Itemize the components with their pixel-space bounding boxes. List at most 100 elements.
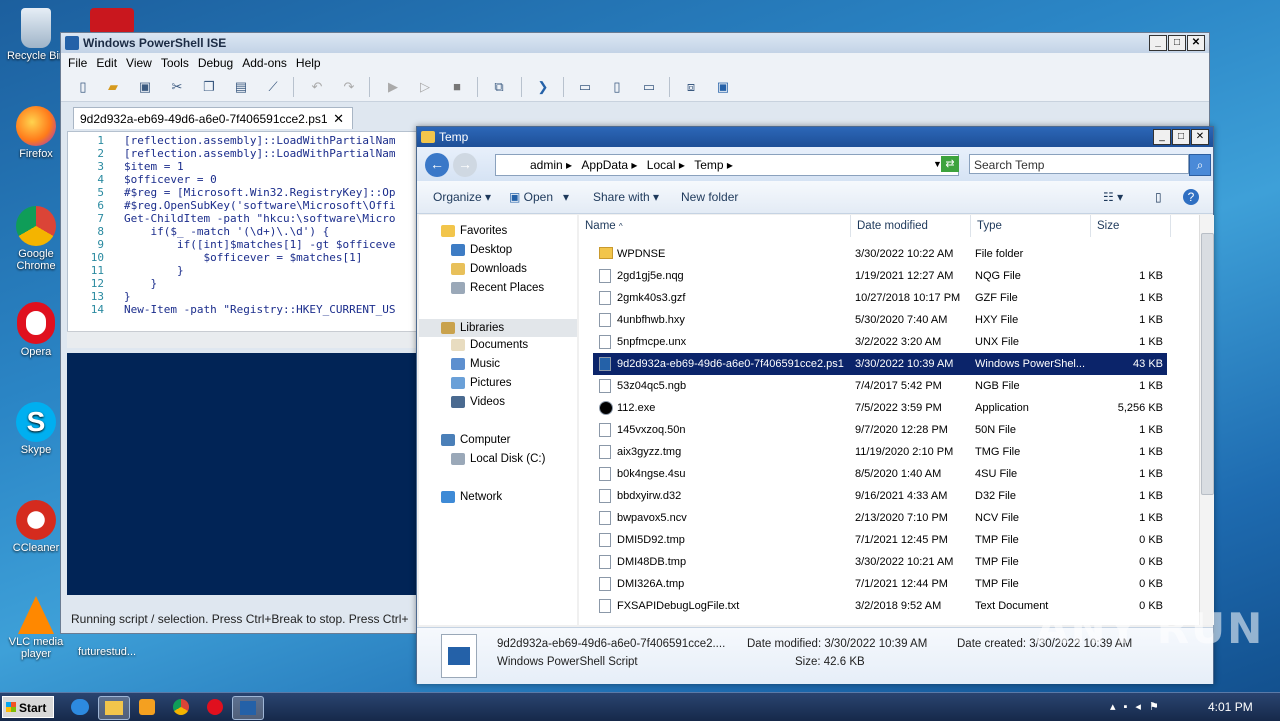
desktop-icon-firefox[interactable]: Firefox [6, 106, 66, 160]
close-button[interactable]: ✕ [1191, 129, 1209, 145]
layout-max-icon[interactable]: ▭ [641, 79, 657, 95]
minimize-button[interactable]: _ [1149, 35, 1167, 51]
nav-videos[interactable]: Videos [451, 396, 505, 408]
file-row[interactable]: 145vxzoq.50n 9/7/2020 12:28 PM 50N File 1 K… [593, 419, 1167, 441]
new-file-icon[interactable]: ▯ [75, 79, 91, 95]
file-row[interactable]: 4unbfhwb.hxy 5/30/2020 7:40 AM HXY File 1 K… [593, 309, 1167, 331]
media-player-taskbar-icon[interactable] [136, 696, 158, 718]
file-row[interactable]: DMI326A.tmp 7/1/2021 12:44 PM TMP File 0 KB [593, 573, 1167, 595]
powershell-ise-taskbar-icon[interactable] [232, 696, 264, 720]
scrollbar-thumb[interactable] [1201, 233, 1214, 495]
file-row[interactable]: aix3gyzz.tmg 11/19/2020 2:10 PM TMG File 1 … [593, 441, 1167, 463]
desktop-icon-vlc[interactable]: VLC media player [6, 596, 66, 660]
file-row[interactable]: 5npfmcpe.unx 3/2/2022 3:20 AM UNX File 1 KB [593, 331, 1167, 353]
file-row[interactable]: DMI48DB.tmp 3/30/2022 10:21 AM TMP File 0 K… [593, 551, 1167, 573]
desktop-icon-skype[interactable]: S Skype [6, 402, 66, 456]
adobe-icon[interactable] [90, 8, 134, 34]
nav-music[interactable]: Music [451, 358, 500, 370]
undo-icon[interactable]: ↶ [309, 79, 325, 95]
organize-button[interactable]: Organize ▾ [433, 190, 491, 204]
search-icon[interactable]: ⌕ [1189, 154, 1211, 176]
breadcrumb-local[interactable]: Local [647, 158, 676, 172]
desktop-label-futurestud[interactable]: futurestud... [78, 646, 136, 658]
column-name[interactable]: Name ^ [579, 215, 851, 237]
file-row[interactable]: bwpavox5.ncv 2/13/2020 7:10 PM NCV File 1 K… [593, 507, 1167, 529]
explorer-taskbar-icon[interactable] [98, 696, 130, 720]
opera-taskbar-icon[interactable] [204, 696, 226, 718]
file-row[interactable]: 53z04qc5.ngb 7/4/2017 5:42 PM NGB File 1 KB [593, 375, 1167, 397]
open-folder-icon[interactable]: ▰ [105, 79, 121, 95]
save-icon[interactable]: ▣ [137, 79, 153, 95]
script-editor[interactable]: 1 2 3 4 5 6 7 8 9 10 11 12 13 14 [reflec… [67, 131, 419, 347]
address-bar[interactable]: admin ▸ AppData ▸ Local ▸ Temp ▸ [495, 154, 959, 176]
chrome-taskbar-icon[interactable] [170, 696, 192, 718]
close-tab-icon[interactable]: ✕ [333, 108, 344, 130]
forward-arrow-icon[interactable]: → [453, 153, 477, 177]
start-button[interactable]: Start [2, 696, 54, 718]
explorer-window[interactable]: Temp _ □ ✕ ← → admin ▸ AppData ▸ Local ▸… [416, 126, 1214, 684]
nav-desktop[interactable]: Desktop [451, 244, 512, 256]
refresh-icon[interactable]: ⇄ [941, 156, 959, 172]
run-selection-icon[interactable]: ▷ [417, 79, 433, 95]
close-button[interactable]: ✕ [1187, 35, 1205, 51]
menu-help[interactable]: Help [293, 53, 327, 73]
nav-network[interactable]: Network [441, 491, 502, 503]
breadcrumb-admin[interactable]: admin [530, 158, 563, 172]
powershell-console-icon[interactable]: ❯ [535, 79, 551, 95]
ie-taskbar-icon[interactable] [68, 696, 92, 718]
breadcrumb-temp[interactable]: Temp [694, 158, 723, 172]
menu-tools[interactable]: Tools [158, 53, 195, 73]
paste-icon[interactable]: ▤ [233, 79, 249, 95]
layout-top-icon[interactable]: ▭ [577, 79, 593, 95]
desktop-icon-chrome[interactable]: Google Chrome [6, 206, 66, 272]
file-row[interactable]: WPDNSE 3/30/2022 10:22 AM File folder [593, 243, 1167, 265]
open-button[interactable]: ▣ Open ▾ [509, 190, 569, 204]
breadcrumb-appdata[interactable]: AppData [581, 158, 628, 172]
stop-icon[interactable]: ■ [449, 79, 465, 95]
clear-icon[interactable]: ⟋ [265, 79, 281, 95]
file-row[interactable]: 2gd1gj5e.nqg 1/19/2021 12:27 AM NQG File 1 … [593, 265, 1167, 287]
maximize-button[interactable]: □ [1168, 35, 1186, 51]
file-row[interactable]: DMI5D92.tmp 7/1/2021 12:45 PM TMP File 0 KB [593, 529, 1167, 551]
copy-icon[interactable]: ❐ [201, 79, 217, 95]
view-options-icon[interactable]: ☷ ▾ [1103, 190, 1123, 204]
minimize-button[interactable]: _ [1153, 129, 1171, 145]
menu-edit[interactable]: Edit [93, 53, 123, 73]
console-pane[interactable] [67, 353, 417, 595]
file-row[interactable]: b0k4ngse.4su 8/5/2020 1:40 AM 4SU File 1 KB [593, 463, 1167, 485]
layout-right-icon[interactable]: ▯ [609, 79, 625, 95]
redo-icon[interactable]: ↷ [341, 79, 357, 95]
nav-pictures[interactable]: Pictures [451, 377, 512, 389]
file-row[interactable]: bbdxyirw.d32 9/16/2021 4:33 AM D32 File 1 K… [593, 485, 1167, 507]
file-row[interactable]: 2gmk40s3.gzf 10/27/2018 10:17 PM GZF File 1… [593, 287, 1167, 309]
nav-libraries[interactable]: Libraries [419, 319, 577, 337]
nav-computer[interactable]: Computer [441, 434, 511, 446]
script-tab[interactable]: 9d2d932a-eb69-49d6-a6e0-7f406591cce2.ps1… [73, 107, 353, 129]
desktop-icon-recycle-bin[interactable]: Recycle Bin [6, 8, 66, 62]
preview-pane-icon[interactable]: ▯ [1155, 190, 1162, 204]
show-command-icon[interactable]: ▣ [715, 79, 731, 95]
search-input[interactable]: Search Temp [969, 154, 1189, 174]
remote-icon[interactable]: ⧉ [491, 79, 507, 95]
column-type[interactable]: Type [971, 215, 1091, 237]
cut-icon[interactable]: ✂ [169, 79, 185, 95]
menu-file[interactable]: File [65, 53, 93, 73]
maximize-button[interactable]: □ [1172, 129, 1190, 145]
new-folder-button[interactable]: New folder [681, 190, 738, 204]
file-row[interactable]: 9d2d932a-eb69-49d6-a6e0-7f406591cce2.ps1… [593, 353, 1167, 375]
menu-debug[interactable]: Debug [195, 53, 239, 73]
run-icon[interactable]: ▶ [385, 79, 401, 95]
nav-documents[interactable]: Documents [451, 339, 528, 351]
ise-titlebar[interactable]: Windows PowerShell ISE _ □ ✕ [61, 33, 1209, 53]
editor-horizontal-scrollbar[interactable] [67, 331, 417, 348]
explorer-titlebar[interactable]: Temp _ □ ✕ [417, 127, 1213, 147]
nav-downloads[interactable]: Downloads [451, 263, 527, 275]
column-date-modified[interactable]: Date modified [851, 215, 971, 237]
tray-icons[interactable]: ▴▪◂⚑ [1110, 700, 1167, 713]
desktop-icon-opera[interactable]: Opera [6, 302, 66, 358]
desktop-icon-ccleaner[interactable]: CCleaner [6, 500, 66, 554]
file-row[interactable]: 112.exe 7/5/2022 3:59 PM Application 5,256 … [593, 397, 1167, 419]
menu-addons[interactable]: Add-ons [239, 53, 293, 73]
nav-local-disk[interactable]: Local Disk (C:) [451, 453, 545, 465]
clock[interactable]: 4:01 PM [1208, 700, 1253, 714]
